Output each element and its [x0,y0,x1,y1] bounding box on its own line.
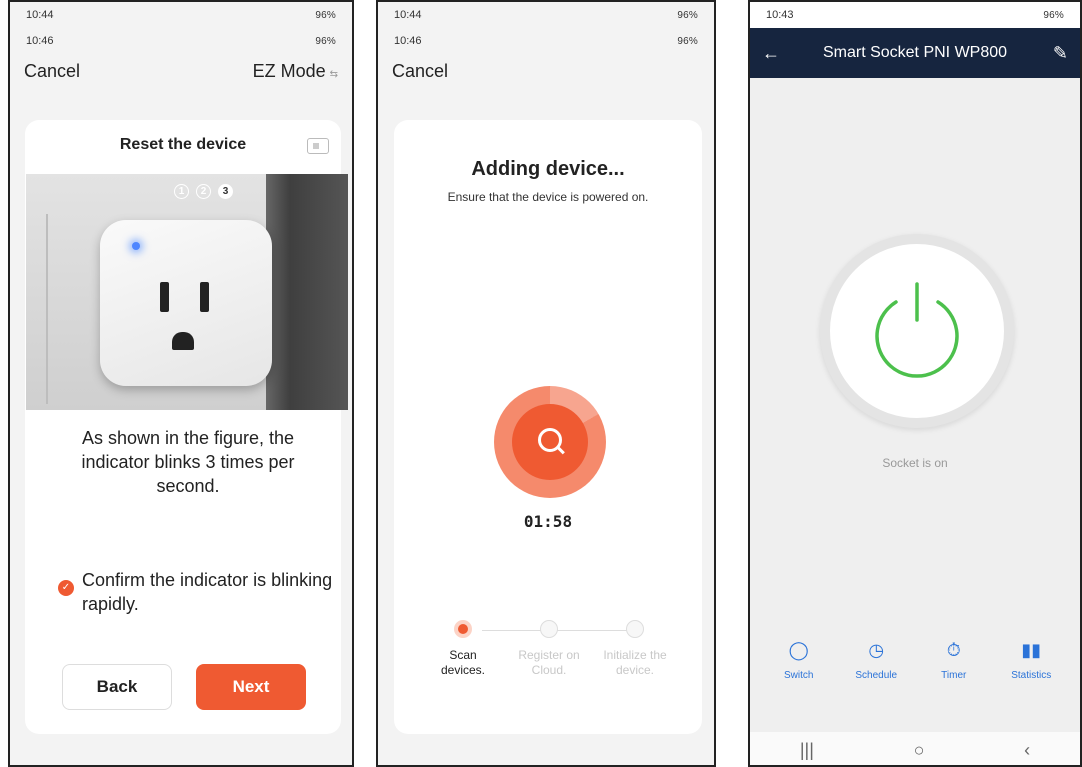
status-battery: 96% [677,9,698,21]
tab-label: Switch [784,670,814,681]
scan-progress-ring [494,386,606,498]
bottom-tabs: ◯ Switch ◷ Schedule ⏱ Timer ▮▮ Statistic… [750,638,1080,682]
status-battery-secondary: 96% [677,35,698,47]
adding-title: Adding device... [471,158,625,180]
clock-icon: ◷ [868,639,885,660]
status-time-secondary: 10:46 [394,35,422,47]
system-nav-bar: ||| ○ ‹ [750,732,1080,765]
step-initialize: Initialize the device. [600,620,670,678]
instruction-text: As shown in the figure, the indicator bl… [81,428,295,496]
step-number: 2 [196,184,211,199]
status-bar-secondary: 10:46 96% [378,28,714,54]
confirm-checkbox[interactable]: ✓ Confirm the indicator is blinking rapi… [58,568,338,616]
back-nav-icon[interactable]: ‹ [1024,740,1030,761]
status-time: 10:44 [394,9,422,21]
socket-status: Socket is on [882,456,948,470]
edit-icon[interactable]: ✎ [1044,43,1068,64]
step-label: Scan devices. [440,648,486,677]
smart-plug-image [100,220,272,386]
tab-statistics[interactable]: ▮▮ Statistics [996,638,1066,682]
step-number-active: 3 [218,184,233,199]
phone-reset-screen: 10:44 96% 10:46 96% Cancel EZ Mode ⇆ Rese… [8,0,354,767]
back-button[interactable]: Back [62,664,172,710]
ez-mode-button[interactable]: EZ Mode ⇆ [253,61,338,82]
status-bar: 10:44 96% [10,2,352,28]
step-dot [626,620,644,638]
step-dot-active [454,620,472,638]
confirm-label: Confirm the indicator is blinking rapidl… [82,570,333,614]
cancel-button[interactable]: Cancel [24,61,80,82]
switch-icon: ◯ [788,639,809,660]
step-number: 1 [174,184,189,199]
phone-control-screen: 10:43 96% ← Smart Socket PNI WP800 ✎ Soc… [748,0,1082,767]
home-icon[interactable]: ○ [914,740,925,761]
check-icon: ✓ [58,580,74,596]
step-dot [540,620,558,638]
tab-label: Schedule [855,670,898,681]
device-photo: 1 2 3 [26,174,348,410]
cancel-button[interactable]: Cancel [392,61,448,82]
step-register: Register on Cloud. [514,620,584,678]
back-arrow-icon[interactable]: ← [762,43,786,64]
outlet-slot [200,282,209,312]
outlet-ground [172,332,194,350]
ez-mode-label: EZ Mode [252,60,326,81]
status-time: 10:44 [26,9,54,21]
status-bar-secondary: 10:46 96% [10,28,352,54]
step-label: Initialize the device. [603,648,667,677]
adding-subtitle: Ensure that the device is powered on. [447,190,649,204]
tab-label: Statistics [1011,670,1052,681]
countdown-timer: 01:58 [523,512,573,531]
power-icon [875,282,959,378]
stopwatch-icon: ⏱ [946,639,961,660]
tab-switch[interactable]: ◯ Switch [764,638,834,682]
status-battery: 96% [1043,9,1064,21]
tab-schedule[interactable]: ◷ Schedule [841,638,911,682]
next-button[interactable]: Next [196,664,306,710]
status-battery-secondary: 96% [315,35,336,47]
status-bar: 10:43 96% [750,2,1080,28]
device-title: Smart Socket PNI WP800 [822,44,1008,61]
card-title: Reset the device [119,136,247,153]
recent-apps-icon[interactable]: ||| [800,740,814,761]
top-bar: Cancel EZ Mode ⇆ [10,54,352,88]
indicator-led [132,242,140,250]
power-button[interactable] [820,234,1014,428]
status-battery: 96% [315,9,336,21]
app-header: ← Smart Socket PNI WP800 ✎ [750,28,1080,78]
status-time: 10:43 [766,9,794,21]
tab-timer[interactable]: ⏱ Timer [919,638,989,682]
phone-adding-screen: 10:44 96% 10:46 96% Cancel Adding device… [376,0,716,767]
step-scan: Scan devices. [428,620,498,678]
tab-label: Timer [941,670,967,681]
search-icon [512,404,588,480]
step-indicator: 1 2 3 [174,184,233,199]
status-bar: 10:44 96% [378,2,714,28]
adding-card: Adding device... Ensure that the device … [394,120,702,734]
swap-icon: ⇆ [329,68,338,80]
outlet-slot [160,282,169,312]
top-bar: Cancel [378,54,714,88]
video-icon[interactable] [307,138,329,154]
step-label: Register on Cloud. [518,648,580,677]
status-time-secondary: 10:46 [26,35,54,47]
bar-chart-icon: ▮▮ [1021,639,1042,660]
